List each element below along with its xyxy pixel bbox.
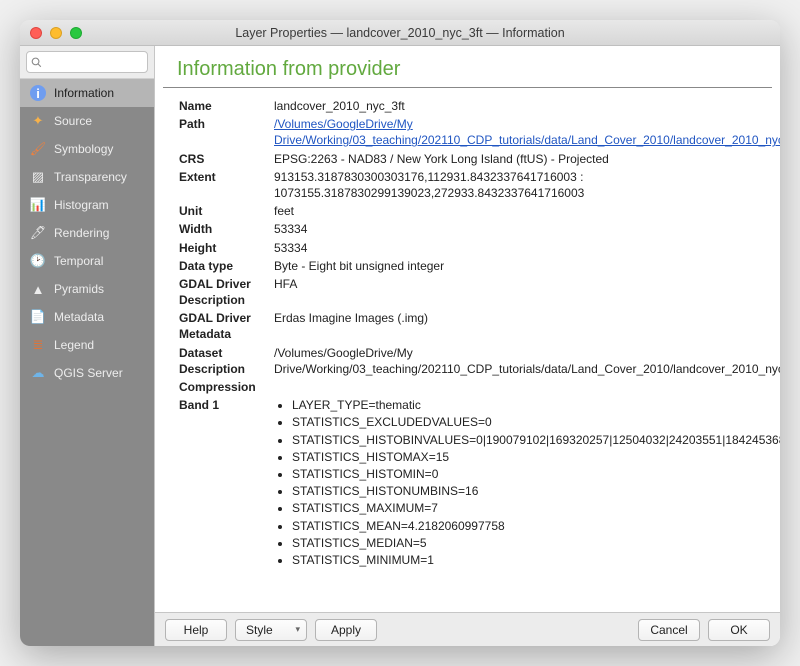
- value-band1: LAYER_TYPE=thematicSTATISTICS_EXCLUDEDVA…: [274, 397, 780, 569]
- histogram-icon: 📊: [30, 197, 46, 213]
- search-container: [20, 46, 154, 79]
- sidebar-item-label: Pyramids: [54, 282, 104, 296]
- label-extent: Extent: [179, 169, 274, 201]
- band1-item: STATISTICS_HISTOMIN=0: [292, 466, 780, 482]
- band1-item: STATISTICS_MEAN=4.2182060997758: [292, 518, 780, 534]
- search-field[interactable]: [46, 55, 143, 69]
- sidebar-item-label: Source: [54, 114, 92, 128]
- label-path: Path: [179, 116, 274, 148]
- value-gdal-meta: Erdas Imagine Images (.img): [274, 310, 764, 342]
- sidebar-item-histogram[interactable]: 📊 Histogram: [20, 191, 154, 219]
- style-label: Style: [246, 623, 273, 637]
- sidebar-item-qgis-server[interactable]: ☁ QGIS Server: [20, 359, 154, 387]
- value-extent: 913153.3187830300303176,112931.843233764…: [274, 169, 764, 201]
- sidebar-item-label: Legend: [54, 338, 94, 352]
- zoom-icon[interactable]: [70, 27, 82, 39]
- sidebar-item-legend[interactable]: ≣ Legend: [20, 331, 154, 359]
- value-name: landcover_2010_nyc_3ft: [274, 98, 764, 114]
- sidebar-item-label: Rendering: [54, 226, 109, 240]
- sidebar-item-symbology[interactable]: 🖌 Symbology: [20, 135, 154, 163]
- rendering-icon: 🖊: [30, 225, 46, 241]
- value-compression: [274, 379, 764, 395]
- band1-item: STATISTICS_HISTOBINVALUES=0|190079102|16…: [292, 432, 780, 448]
- sidebar-item-rendering[interactable]: 🖊 Rendering: [20, 219, 154, 247]
- information-panel: Information from provider Namelandcover_…: [155, 46, 780, 646]
- value-width: 53334: [274, 221, 764, 237]
- window-title: Layer Properties — landcover_2010_nyc_3f…: [28, 26, 772, 40]
- sidebar-item-label: Transparency: [54, 170, 127, 184]
- band1-item: STATISTICS_HISTONUMBINS=16: [292, 483, 780, 499]
- value-gdal-desc: HFA: [274, 276, 764, 308]
- sidebar-item-transparency[interactable]: ▨ Transparency: [20, 163, 154, 191]
- close-icon[interactable]: [30, 27, 42, 39]
- ok-button[interactable]: OK: [708, 619, 770, 641]
- symbology-icon: 🖌: [30, 141, 46, 157]
- dialog-footer: Help Style ▾ Apply Cancel OK: [155, 612, 780, 646]
- sidebar-item-label: Symbology: [54, 142, 113, 156]
- label-crs: CRS: [179, 151, 274, 167]
- label-gdal-meta: GDAL Driver Metadata: [179, 310, 274, 342]
- source-icon: ✦: [30, 113, 46, 129]
- path-link[interactable]: /Volumes/GoogleDrive/My Drive/Working/03…: [274, 117, 780, 147]
- sidebar-item-information[interactable]: i Information: [20, 79, 154, 107]
- label-band1: Band 1: [179, 397, 274, 569]
- left-panel: i Information ✦ Source 🖌 Symbology ▨ Tra…: [20, 46, 155, 646]
- search-icon: [31, 56, 42, 69]
- sidebar-item-label: Metadata: [54, 310, 104, 324]
- value-crs: EPSG:2263 - NAD83 / New York Long Island…: [274, 151, 764, 167]
- sidebar-item-temporal[interactable]: 🕑 Temporal: [20, 247, 154, 275]
- transparency-icon: ▨: [30, 169, 46, 185]
- minimize-icon[interactable]: [50, 27, 62, 39]
- cancel-button[interactable]: Cancel: [638, 619, 700, 641]
- label-unit: Unit: [179, 203, 274, 219]
- sidebar-item-label: QGIS Server: [54, 366, 123, 380]
- style-button[interactable]: Style ▾: [235, 619, 307, 641]
- help-button[interactable]: Help: [165, 619, 227, 641]
- band1-item: STATISTICS_HISTOMAX=15: [292, 449, 780, 465]
- label-compression: Compression: [179, 379, 274, 395]
- band1-item: STATISTICS_MAXIMUM=7: [292, 500, 780, 516]
- label-gdal-desc: GDAL Driver Description: [179, 276, 274, 308]
- band1-item: STATISTICS_MINIMUM=1: [292, 552, 780, 568]
- label-name: Name: [179, 98, 274, 114]
- search-input[interactable]: [26, 51, 148, 73]
- sidebar-item-pyramids[interactable]: ▲ Pyramids: [20, 275, 154, 303]
- value-dataset: /Volumes/GoogleDrive/My Drive/Working/03…: [274, 345, 780, 377]
- temporal-icon: 🕑: [30, 253, 46, 269]
- pyramids-icon: ▲: [30, 281, 46, 297]
- band1-list: LAYER_TYPE=thematicSTATISTICS_EXCLUDEDVA…: [274, 397, 780, 568]
- band1-item: STATISTICS_EXCLUDEDVALUES=0: [292, 414, 780, 430]
- value-data-type: Byte - Eight bit unsigned integer: [274, 258, 764, 274]
- apply-button[interactable]: Apply: [315, 619, 377, 641]
- value-unit: feet: [274, 203, 764, 219]
- label-height: Height: [179, 240, 274, 256]
- sidebar-item-label: Histogram: [54, 198, 109, 212]
- server-icon: ☁: [30, 365, 46, 381]
- metadata-icon: 📄: [30, 309, 46, 325]
- value-height: 53334: [274, 240, 764, 256]
- legend-icon: ≣: [30, 337, 46, 353]
- label-data-type: Data type: [179, 258, 274, 274]
- value-path: /Volumes/GoogleDrive/My Drive/Working/03…: [274, 116, 780, 148]
- label-width: Width: [179, 221, 274, 237]
- info-body[interactable]: Namelandcover_2010_nyc_3ft Path/Volumes/…: [155, 88, 780, 612]
- band1-item: STATISTICS_MEDIAN=5: [292, 535, 780, 551]
- sidebar-item-label: Information: [54, 86, 114, 100]
- titlebar: Layer Properties — landcover_2010_nyc_3f…: [20, 20, 780, 46]
- band1-item: LAYER_TYPE=thematic: [292, 397, 780, 413]
- sidebar-item-source[interactable]: ✦ Source: [20, 107, 154, 135]
- info-icon: i: [30, 85, 46, 101]
- sidebar-item-metadata[interactable]: 📄 Metadata: [20, 303, 154, 331]
- sidebar-item-label: Temporal: [54, 254, 103, 268]
- window-controls: [30, 27, 82, 39]
- panel-heading: Information from provider: [163, 46, 772, 88]
- layer-properties-window: Layer Properties — landcover_2010_nyc_3f…: [20, 20, 780, 646]
- sidebar: i Information ✦ Source 🖌 Symbology ▨ Tra…: [20, 79, 154, 646]
- label-dataset: Dataset Description: [179, 345, 274, 377]
